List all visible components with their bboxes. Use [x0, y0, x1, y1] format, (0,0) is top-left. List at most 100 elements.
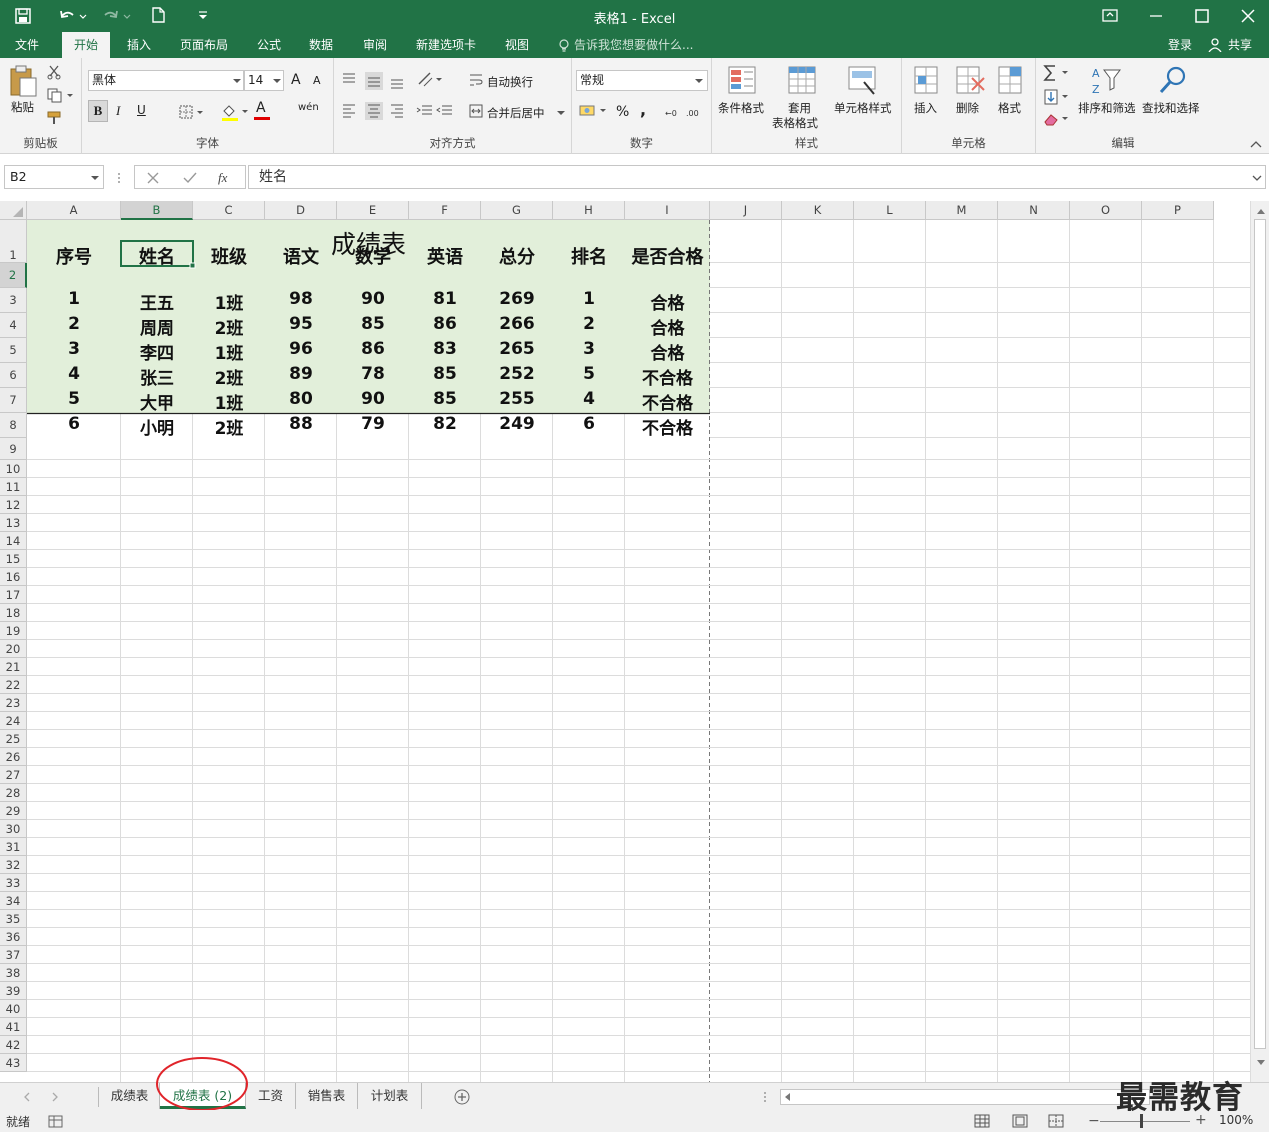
row-header[interactable]: 7 — [0, 388, 27, 413]
share-button[interactable]: 共享 — [1224, 32, 1256, 58]
conditional-format-icon[interactable] — [726, 64, 760, 98]
vertical-scroll-thumb[interactable] — [1254, 219, 1266, 1049]
row-header[interactable]: 1 — [0, 220, 27, 263]
format-cells-icon[interactable] — [996, 64, 1026, 98]
header-cell[interactable]: 班级 — [193, 243, 265, 269]
data-cell[interactable]: 不合格 — [625, 364, 710, 389]
data-cell[interactable]: 96 — [265, 339, 337, 359]
name-box[interactable]: B2 — [4, 165, 104, 189]
row-header[interactable]: 8 — [0, 413, 27, 438]
border-icon[interactable] — [178, 104, 208, 120]
row-header[interactable]: 18 — [0, 604, 27, 622]
column-header[interactable]: G — [481, 201, 553, 220]
data-cell[interactable]: 98 — [265, 289, 337, 309]
clear-icon[interactable] — [1042, 110, 1072, 128]
chevron-down-icon[interactable] — [90, 173, 100, 183]
grow-font-button[interactable]: A — [291, 72, 301, 88]
row-header[interactable]: 3 — [0, 288, 27, 313]
row-header[interactable]: 40 — [0, 1000, 27, 1018]
data-cell[interactable]: 252 — [481, 364, 553, 384]
header-cell[interactable]: 英语 — [409, 243, 481, 269]
normal-view-icon[interactable] — [974, 1114, 990, 1128]
row-header[interactable]: 9 — [0, 438, 27, 460]
row-header[interactable]: 29 — [0, 802, 27, 820]
page-layout-view-icon[interactable] — [1012, 1114, 1028, 1128]
conditional-format-button[interactable]: 条件格式 — [718, 100, 764, 116]
close-icon[interactable] — [1239, 7, 1257, 25]
header-cell[interactable]: 序号 — [27, 243, 121, 269]
column-header[interactable]: A — [27, 201, 121, 220]
row-header[interactable]: 10 — [0, 460, 27, 478]
sort-filter-button[interactable]: 排序和筛选 — [1078, 100, 1136, 116]
indent-icons[interactable] — [416, 102, 456, 120]
data-cell[interactable]: 1班 — [193, 289, 265, 314]
data-cell[interactable]: 李四 — [121, 339, 193, 364]
find-select-icon[interactable] — [1156, 64, 1190, 98]
data-cell[interactable]: 3 — [27, 339, 121, 359]
data-cell[interactable]: 2 — [27, 314, 121, 334]
row-header[interactable]: 36 — [0, 928, 27, 946]
row-header[interactable]: 21 — [0, 658, 27, 676]
format-as-table-label[interactable]: 表格格式 — [772, 115, 818, 131]
format-as-table-button[interactable]: 套用 — [788, 100, 811, 116]
tab-page-layout[interactable]: 页面布局 — [172, 32, 236, 58]
horizontal-scrollbar[interactable] — [780, 1089, 1150, 1105]
font-color-button[interactable]: A — [256, 100, 266, 116]
phonetic-button[interactable]: wén — [298, 102, 319, 113]
tell-me-search[interactable]: 告诉我您想要做什么... — [574, 32, 704, 58]
scroll-left-icon[interactable] — [783, 1092, 791, 1102]
row-header[interactable]: 22 — [0, 676, 27, 694]
autosum-icon[interactable] — [1042, 64, 1072, 82]
data-cell[interactable]: 86 — [409, 314, 481, 334]
format-cells-button[interactable]: 格式 — [998, 100, 1021, 116]
sheet-tab[interactable]: 成绩表 — [100, 1083, 160, 1109]
row-header[interactable]: 34 — [0, 892, 27, 910]
data-cell[interactable]: 2班 — [193, 364, 265, 389]
new-document-icon[interactable] — [150, 6, 166, 24]
insert-cells-icon[interactable] — [912, 64, 942, 98]
data-cell[interactable]: 86 — [337, 339, 409, 359]
data-cell[interactable]: 265 — [481, 339, 553, 359]
vertical-align-icons[interactable] — [340, 70, 410, 92]
header-cell[interactable]: 排名 — [553, 243, 625, 269]
horizontal-align-icons[interactable] — [340, 100, 410, 122]
data-cell[interactable]: 6 — [553, 414, 625, 434]
comma-button[interactable]: , — [640, 100, 646, 119]
maximize-icon[interactable] — [1193, 7, 1211, 25]
tab-data[interactable]: 数据 — [300, 32, 342, 58]
cell-styles-icon[interactable] — [846, 64, 880, 98]
column-header[interactable]: J — [710, 201, 782, 220]
find-select-button[interactable]: 查找和选择 — [1142, 100, 1200, 116]
number-format-select[interactable]: 常规 — [576, 70, 708, 91]
data-cell[interactable]: 80 — [265, 389, 337, 409]
column-header[interactable]: B — [121, 201, 193, 220]
merge-center-icon[interactable] — [468, 103, 484, 119]
tab-formulas[interactable]: 公式 — [248, 32, 290, 58]
copy-icon[interactable] — [46, 87, 74, 103]
format-as-table-icon[interactable] — [786, 64, 820, 98]
login-link[interactable]: 登录 — [1162, 32, 1198, 58]
column-header[interactable]: M — [926, 201, 998, 220]
row-header[interactable]: 6 — [0, 363, 27, 388]
cancel-icon[interactable] — [146, 171, 160, 185]
column-header[interactable]: P — [1142, 201, 1214, 220]
data-cell[interactable]: 81 — [409, 289, 481, 309]
row-header[interactable]: 33 — [0, 874, 27, 892]
data-cell[interactable]: 小明 — [121, 414, 193, 439]
row-header[interactable]: 28 — [0, 784, 27, 802]
data-cell[interactable]: 255 — [481, 389, 553, 409]
header-cell[interactable]: 姓名 — [121, 243, 193, 269]
redo-icon[interactable] — [102, 7, 132, 25]
data-cell[interactable]: 合格 — [625, 289, 710, 314]
data-cell[interactable]: 90 — [337, 289, 409, 309]
expand-formula-bar-icon[interactable] — [1252, 173, 1262, 183]
row-header[interactable]: 35 — [0, 910, 27, 928]
add-sheet-icon[interactable] — [454, 1089, 470, 1105]
row-header[interactable]: 4 — [0, 313, 27, 338]
sort-filter-icon[interactable]: AZ — [1090, 64, 1124, 98]
row-header[interactable]: 27 — [0, 766, 27, 784]
column-header[interactable]: I — [625, 201, 710, 220]
data-cell[interactable]: 78 — [337, 364, 409, 384]
data-cell[interactable]: 4 — [553, 389, 625, 409]
row-header[interactable]: 32 — [0, 856, 27, 874]
